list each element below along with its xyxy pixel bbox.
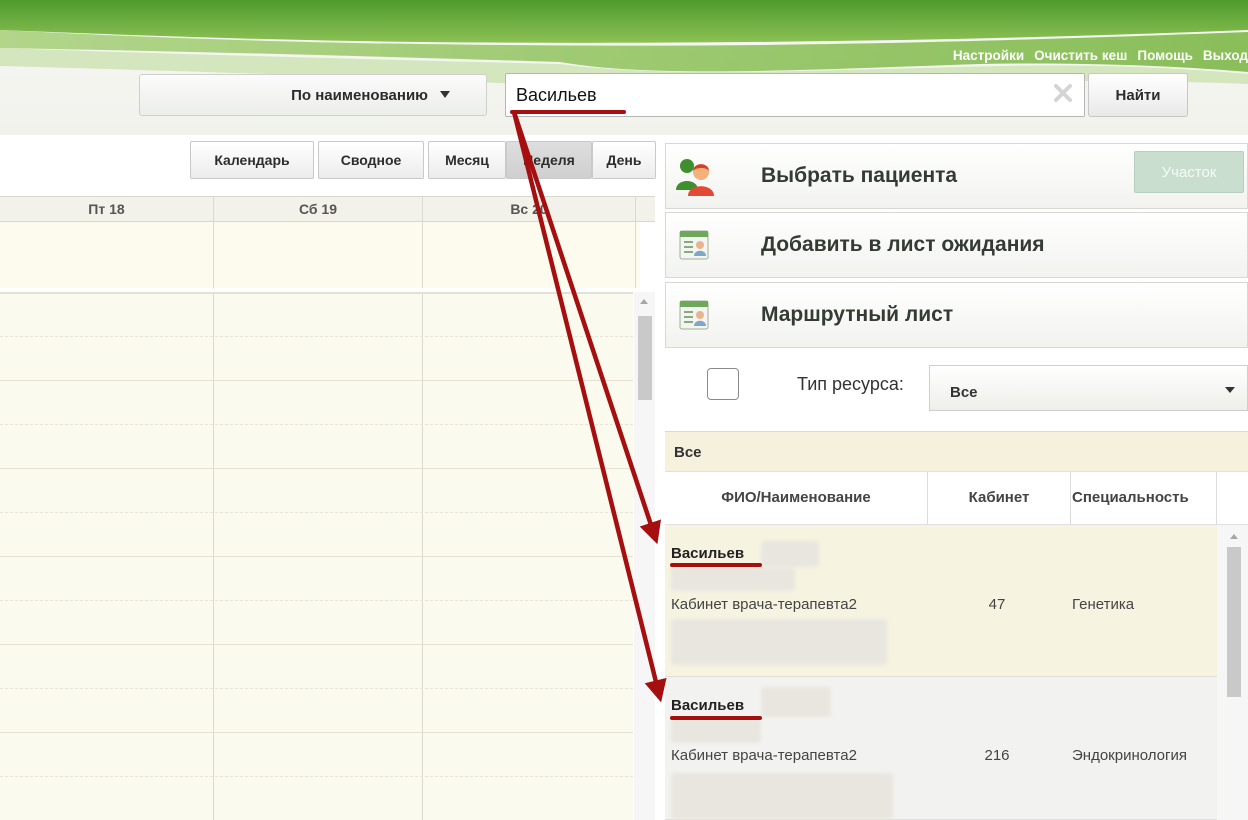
table-row[interactable]: Васильев Кабинет врача-терапевта2 47 Ген…	[665, 525, 1217, 677]
patients-icon	[676, 159, 714, 196]
month-button[interactable]: Месяц	[428, 141, 506, 179]
waitlist-icon	[679, 230, 709, 260]
resource-room-name: Кабинет врача-терапевта2	[671, 747, 857, 764]
day-button[interactable]: День	[592, 141, 656, 179]
resource-specialty: Генетика	[1072, 596, 1135, 613]
calendar-scrollbar[interactable]	[634, 292, 655, 820]
chevron-down-icon	[1225, 387, 1235, 393]
settings-link[interactable]: Настройки	[953, 48, 1024, 63]
day-header-sun: Вс 20	[510, 201, 548, 217]
resource-type-value: Все	[950, 384, 978, 401]
clear-cache-link[interactable]: Очистить кеш	[1034, 48, 1127, 63]
route-sheet-label: Маршрутный лист	[761, 303, 954, 326]
calendar-view-button[interactable]: Календарь	[190, 141, 314, 179]
calendar-day-headers: Пт 18 Сб 19 Вс 20	[0, 196, 655, 222]
search-mode-dropdown[interactable]: По наименованию	[139, 74, 487, 116]
resource-specialty: Эндокринология	[1072, 747, 1187, 764]
add-to-waitlist-label: Добавить в лист ожидания	[761, 233, 1045, 256]
resource-table-header: ФИО/Наименование Кабинет Специальность	[665, 471, 1248, 525]
resource-name: Васильев	[671, 545, 745, 562]
week-button[interactable]: Неделя	[506, 141, 592, 179]
resource-group-header: Все	[665, 431, 1248, 471]
resource-room-name: Кабинет врача-терапевта2	[671, 596, 857, 613]
all-day-row	[0, 222, 640, 288]
add-to-waitlist-button[interactable]: Добавить в лист ожидания	[665, 212, 1248, 278]
day-header-fri: Пт 18	[88, 201, 125, 217]
column-header-specialty[interactable]: Специальность	[1072, 472, 1215, 524]
resource-filter-checkbox[interactable]	[707, 368, 739, 400]
table-row[interactable]: Васильев Кабинет врача-терапевта2 216 Эн…	[665, 677, 1217, 820]
resource-room-number: 216	[984, 747, 1010, 764]
find-button[interactable]: Найти	[1088, 73, 1188, 117]
search-value-underline	[510, 110, 626, 114]
resource-name: Васильев	[671, 697, 745, 714]
result-underline	[670, 563, 762, 567]
resource-room-number: 47	[988, 596, 1006, 613]
clear-icon[interactable]	[1051, 81, 1075, 105]
chevron-down-icon	[440, 91, 450, 98]
top-links: Настройки Очистить кеш Помощь Выход	[953, 48, 1248, 63]
column-header-room[interactable]: Кабинет	[928, 472, 1070, 524]
calendar-time-grid[interactable]	[0, 292, 633, 820]
resource-table-scrollbar[interactable]	[1217, 525, 1248, 820]
select-patient-label: Выбрать пациента	[761, 164, 958, 187]
logout-link[interactable]: Выход	[1203, 48, 1248, 63]
resource-type-select[interactable]: Все	[929, 365, 1248, 411]
uchastok-button[interactable]: Участок	[1134, 151, 1244, 193]
route-sheet-button[interactable]: Маршрутный лист	[665, 282, 1248, 348]
route-sheet-icon	[679, 300, 709, 330]
search-mode-label: По наименованию	[291, 86, 428, 104]
result-underline	[670, 716, 762, 720]
summary-view-button[interactable]: Сводное	[318, 141, 424, 179]
resource-type-label: Тип ресурса:	[797, 374, 904, 394]
help-link[interactable]: Помощь	[1137, 48, 1193, 63]
day-header-sat: Сб 19	[298, 201, 338, 217]
column-header-name[interactable]: ФИО/Наименование	[665, 472, 927, 524]
